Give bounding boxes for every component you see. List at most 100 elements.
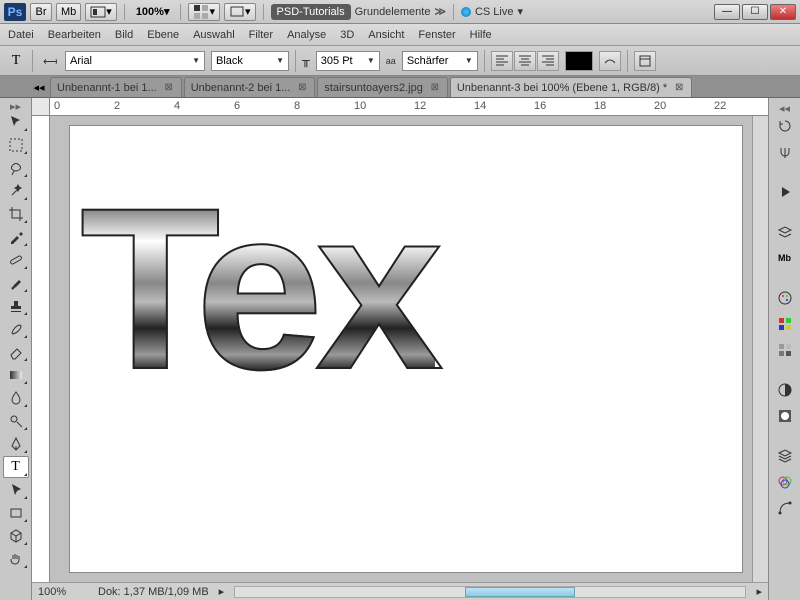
text-align-group [491, 51, 559, 71]
document-tab[interactable]: stairsuntoayers2.jpg⊠ [317, 77, 447, 97]
menu-ebene[interactable]: Ebene [147, 29, 179, 41]
status-bar: 100% Dok: 1,37 MB/1,09 MB ▸ ▸ [32, 582, 768, 600]
layers2-panel-button[interactable] [772, 444, 798, 468]
shape-tool[interactable] [3, 502, 29, 524]
window-close-button[interactable]: ✕ [770, 4, 796, 20]
workspace-more-icon[interactable]: ≫ [434, 5, 446, 18]
bridge-button[interactable]: Br [30, 3, 52, 21]
minibridge-panel-button[interactable]: Mb [772, 246, 798, 270]
adjustments-panel-button[interactable] [772, 378, 798, 402]
align-center-button[interactable] [514, 51, 536, 71]
marquee-tool[interactable] [3, 134, 29, 156]
stamp-icon [8, 298, 24, 314]
menu-bearbeiten[interactable]: Bearbeiten [48, 29, 101, 41]
tools-collapse-handle[interactable]: ▸▸ [3, 100, 29, 110]
minibridge-button[interactable]: Mb [56, 3, 81, 21]
arrange-documents-button[interactable]: ▾ [188, 3, 220, 21]
paths-panel-button[interactable] [772, 496, 798, 520]
menu-auswahl[interactable]: Auswahl [193, 29, 235, 41]
character-panel-button[interactable] [634, 51, 656, 71]
blur-tool[interactable] [3, 387, 29, 409]
status-zoom[interactable]: 100% [38, 586, 88, 598]
ruler-vertical[interactable] [32, 116, 50, 582]
gradient-tool[interactable] [3, 364, 29, 386]
masks-panel-button[interactable] [772, 404, 798, 428]
antialias-dropdown[interactable]: Schärfer▼ [402, 51, 478, 71]
menu-ansicht[interactable]: Ansicht [368, 29, 404, 41]
zoom-level-dropdown[interactable]: 100% ▾ [132, 3, 174, 21]
workspace-grundelemente[interactable]: Grundelemente [355, 6, 431, 18]
menu-analyse[interactable]: Analyse [287, 29, 326, 41]
vertical-scrollbar[interactable] [752, 116, 768, 582]
font-style-dropdown[interactable]: Black▼ [211, 51, 289, 71]
cslive-button[interactable]: CS Live ▾ [461, 5, 523, 18]
font-size-dropdown[interactable]: 305 Pt▼ [316, 51, 380, 71]
menu-hilfe[interactable]: Hilfe [470, 29, 492, 41]
crop-tool[interactable] [3, 203, 29, 225]
type-tool[interactable]: T [3, 456, 29, 478]
align-left-button[interactable] [491, 51, 513, 71]
text-color-swatch[interactable] [565, 51, 593, 71]
close-tab-icon[interactable]: ⊠ [163, 82, 175, 94]
horizontal-scrollbar[interactable] [234, 586, 746, 598]
styles-panel-button[interactable] [772, 338, 798, 362]
heal-tool[interactable] [3, 249, 29, 271]
actions-panel-button[interactable] [772, 140, 798, 164]
path-select-tool[interactable] [3, 479, 29, 501]
font-family-dropdown[interactable]: Arial▼ [65, 51, 205, 71]
workspace-psdtutorials[interactable]: PSD-Tutorials [271, 4, 351, 20]
3d-tool[interactable] [3, 525, 29, 547]
half-circle-icon [777, 382, 793, 398]
swatches-panel-button[interactable] [772, 312, 798, 336]
ruler-origin[interactable] [32, 98, 50, 116]
eraser-tool[interactable] [3, 341, 29, 363]
eyedropper-tool[interactable] [3, 226, 29, 248]
pen-tool[interactable] [3, 433, 29, 455]
app-logo[interactable]: Ps [4, 3, 26, 21]
move-tool[interactable] [3, 111, 29, 133]
lasso-tool[interactable] [3, 157, 29, 179]
status-doc-info[interactable]: Dok: 1,37 MB/1,09 MB [98, 586, 209, 598]
tab-scroll-left[interactable]: ◂◂ [32, 78, 46, 96]
text-orientation-button[interactable]: ⟷ [39, 51, 59, 71]
canvas-text-layer[interactable]: Tex [80, 156, 435, 421]
align-right-button[interactable] [537, 51, 559, 71]
menu-fenster[interactable]: Fenster [418, 29, 455, 41]
window-maximize-button[interactable]: ☐ [742, 4, 768, 20]
canvas[interactable]: Tex [50, 116, 752, 582]
menu-datei[interactable]: Datei [8, 29, 34, 41]
ruler-horizontal[interactable]: 0 2 4 6 8 10 12 14 16 18 20 22 [50, 98, 768, 116]
status-arrow-icon[interactable]: ▸ [219, 585, 225, 598]
brush-tool[interactable] [3, 272, 29, 294]
menu-filter[interactable]: Filter [249, 29, 273, 41]
wand-tool[interactable] [3, 180, 29, 202]
menu-3d[interactable]: 3D [340, 29, 354, 41]
hand-tool[interactable] [3, 548, 29, 570]
history-brush-tool[interactable] [3, 318, 29, 340]
warp-text-button[interactable] [599, 51, 621, 71]
layers-panel-button[interactable] [772, 220, 798, 244]
close-tab-icon[interactable]: ⊠ [429, 82, 441, 94]
dodge-tool[interactable] [3, 410, 29, 432]
document-canvas[interactable]: Tex [70, 126, 742, 572]
screen-mode-button[interactable]: ▾ [224, 3, 256, 21]
history-panel-button[interactable] [772, 114, 798, 138]
close-tab-icon[interactable]: ⊠ [296, 82, 308, 94]
active-tool-indicator[interactable]: T [6, 51, 26, 71]
window-minimize-button[interactable]: — [714, 4, 740, 20]
scroll-right-icon[interactable]: ▸ [756, 585, 762, 598]
play-panel-button[interactable] [772, 180, 798, 204]
channels-panel-button[interactable] [772, 470, 798, 494]
stamp-tool[interactable] [3, 295, 29, 317]
document-tab-active[interactable]: Unbenannt-3 bei 100% (Ebene 1, RGB/8) *⊠ [450, 77, 692, 97]
menu-bild[interactable]: Bild [115, 29, 133, 41]
close-tab-icon[interactable]: ⊠ [673, 82, 685, 94]
lasso-icon [8, 160, 24, 176]
scrollbar-thumb[interactable] [465, 587, 575, 597]
dock-collapse-handle[interactable]: ◂◂ [772, 102, 798, 112]
view-extras-button[interactable]: ▾ [85, 3, 117, 21]
3d-icon [8, 528, 24, 544]
document-tab[interactable]: Unbenannt-2 bei 1...⊠ [184, 77, 316, 97]
document-tab[interactable]: Unbenannt-1 bei 1...⊠ [50, 77, 182, 97]
color-panel-button[interactable] [772, 286, 798, 310]
